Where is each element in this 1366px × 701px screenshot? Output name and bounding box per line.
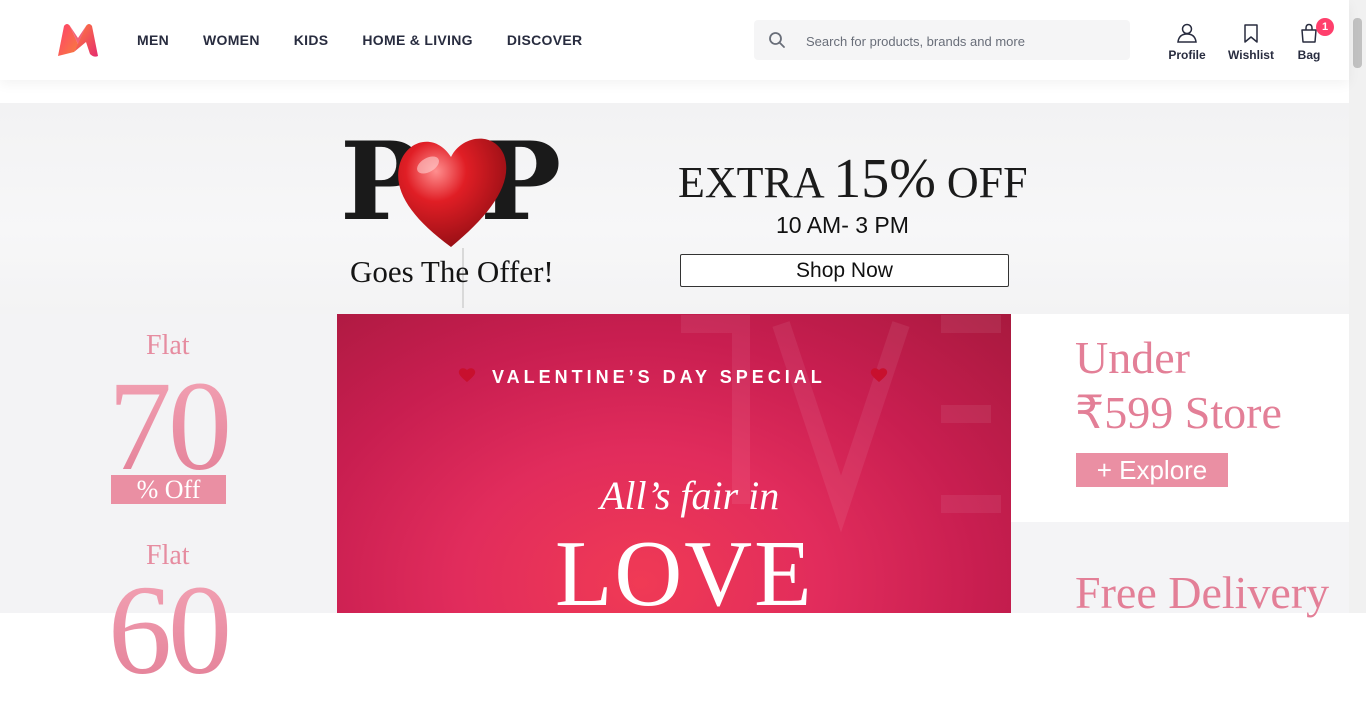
page-scrollbar[interactable] — [1349, 0, 1366, 613]
percent-off-label: % Off — [111, 475, 226, 504]
shop-now-button[interactable]: Shop Now — [680, 254, 1009, 287]
under-line-2: ₹599 Store — [1075, 387, 1282, 439]
nav-men[interactable]: MEN — [137, 32, 169, 48]
nav-kids[interactable]: KIDS — [294, 32, 329, 48]
offer-percent: 15% — [833, 148, 936, 210]
explore-button[interactable]: + Explore — [1076, 453, 1228, 487]
offer-suffix: OFF — [946, 158, 1028, 207]
bag-button[interactable]: Bag 1 — [1279, 18, 1339, 62]
myntra-logo[interactable] — [54, 22, 102, 58]
bag-label: Bag — [1297, 48, 1321, 62]
valentine-banner[interactable]: VALENTINE’S DAY SPECIAL All’s fair in LO… — [337, 314, 1011, 613]
nav-discover[interactable]: DISCOVER — [507, 32, 583, 48]
flat-70-value: 70 — [108, 355, 232, 497]
valentine-love-text: LOVE — [555, 522, 814, 613]
flat-60-value: 60 — [108, 559, 232, 701]
offer-headline: EXTRA 15% OFF — [678, 147, 1028, 211]
profile-button[interactable]: Profile — [1157, 22, 1217, 62]
nav-women[interactable]: WOMEN — [203, 32, 260, 48]
pop-offer-banner[interactable] — [0, 103, 1349, 314]
wishlist-label: Wishlist — [1228, 48, 1274, 62]
heart-icon-right — [870, 368, 888, 382]
free-delivery-title: Free Delivery — [1075, 567, 1330, 618]
under-599-title: Under ₹599 Store — [1075, 330, 1282, 440]
under-line-1: Under — [1075, 332, 1190, 383]
offer-time: 10 AM- 3 PM — [776, 212, 909, 238]
profile-icon — [1177, 23, 1197, 43]
bookmark-icon — [1244, 24, 1258, 43]
search-bar[interactable] — [754, 20, 1130, 62]
offer-prefix: EXTRA — [678, 158, 823, 207]
banner-tagline: Goes The Offer! — [350, 254, 554, 289]
scrollbar-thumb[interactable] — [1353, 18, 1362, 68]
nav-home-living[interactable]: HOME & LIVING — [362, 32, 472, 48]
heart-balloon-icon — [398, 138, 507, 247]
main-nav: MEN WOMEN KIDS HOME & LIVING DISCOVER — [137, 0, 582, 80]
search-icon[interactable] — [768, 31, 786, 49]
wishlist-button[interactable]: Wishlist — [1221, 22, 1281, 62]
valentine-subtitle: All’s fair in — [600, 473, 780, 518]
bag-count-badge: 1 — [1316, 18, 1334, 36]
top-header: MEN WOMEN KIDS HOME & LIVING DISCOVER Pr… — [0, 0, 1349, 80]
heart-icon-left — [458, 368, 476, 382]
profile-label: Profile — [1168, 48, 1206, 62]
search-input[interactable] — [804, 20, 1118, 62]
valentine-title: VALENTINE’S DAY SPECIAL — [492, 367, 826, 387]
